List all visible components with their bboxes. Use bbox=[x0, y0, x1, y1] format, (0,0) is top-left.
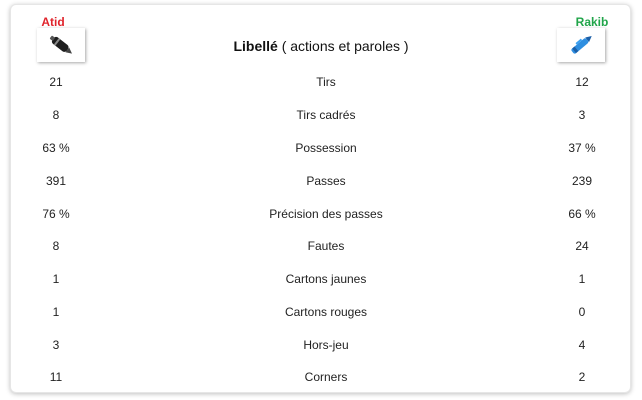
stat-label: Tirs bbox=[316, 75, 336, 89]
away-value: 2 bbox=[578, 370, 586, 384]
away-value: 239 bbox=[571, 174, 593, 188]
home-team-name: Atid bbox=[41, 15, 65, 29]
away-team-logo bbox=[557, 28, 605, 62]
stat-label: Précision des passes bbox=[269, 207, 383, 221]
home-value: 11 bbox=[49, 370, 63, 384]
away-team-name: Rakib bbox=[575, 15, 609, 29]
blue-pen-icon bbox=[571, 36, 592, 54]
stat-label: Corners bbox=[304, 370, 348, 384]
stat-row-yellow-cards: 1 Cartons jaunes 1 bbox=[11, 272, 630, 292]
title-bold: Libellé bbox=[233, 38, 278, 54]
away-value: 3 bbox=[578, 108, 586, 122]
stat-row-red-cards: 1 Cartons rouges 0 bbox=[11, 305, 630, 325]
stat-row-pass-accuracy: 76 % Précision des passes 66 % bbox=[11, 207, 630, 227]
match-stats-card: Atid Libellé ( actions et paroles ) Raki… bbox=[10, 4, 631, 393]
away-value: 12 bbox=[575, 75, 589, 89]
home-value: 1 bbox=[52, 272, 60, 286]
away-value: 1 bbox=[578, 272, 586, 286]
stat-row-corners: 11 Corners 2 bbox=[11, 370, 630, 390]
stat-row-shots: 21 Tirs 12 bbox=[11, 75, 630, 95]
home-value: 76 % bbox=[42, 207, 70, 221]
stat-row-offsides: 3 Hors-jeu 4 bbox=[11, 338, 630, 358]
home-value: 21 bbox=[49, 75, 63, 89]
stat-label: Possession bbox=[295, 141, 357, 155]
stats-title: Libellé ( actions et paroles ) bbox=[161, 38, 481, 54]
away-value: 0 bbox=[578, 305, 586, 319]
home-value: 63 % bbox=[42, 141, 70, 155]
stat-label: Tirs cadrés bbox=[296, 108, 356, 122]
home-value: 8 bbox=[52, 108, 60, 122]
stat-label: Cartons rouges bbox=[284, 305, 368, 319]
away-value: 4 bbox=[578, 338, 586, 352]
stat-label: Hors-jeu bbox=[303, 338, 349, 352]
stat-row-fouls: 8 Fautes 24 bbox=[11, 239, 630, 259]
away-value: 24 bbox=[575, 239, 589, 253]
home-value: 3 bbox=[52, 338, 60, 352]
title-rest: ( actions et paroles ) bbox=[281, 38, 409, 54]
home-team-logo bbox=[37, 28, 85, 62]
stats-header: Atid Libellé ( actions et paroles ) Raki… bbox=[11, 5, 630, 67]
home-value: 8 bbox=[52, 239, 60, 253]
stat-row-possession: 63 % Possession 37 % bbox=[11, 141, 630, 161]
home-value: 391 bbox=[45, 174, 67, 188]
fountain-pen-icon bbox=[49, 35, 73, 54]
stat-label: Fautes bbox=[307, 239, 345, 253]
stat-label: Cartons jaunes bbox=[285, 272, 367, 286]
stat-label: Passes bbox=[306, 174, 346, 188]
stat-row-passes: 391 Passes 239 bbox=[11, 174, 630, 194]
home-value: 1 bbox=[52, 305, 60, 319]
away-value: 66 % bbox=[568, 207, 596, 221]
away-value: 37 % bbox=[568, 141, 596, 155]
stat-row-shots-on-target: 8 Tirs cadrés 3 bbox=[11, 108, 630, 128]
